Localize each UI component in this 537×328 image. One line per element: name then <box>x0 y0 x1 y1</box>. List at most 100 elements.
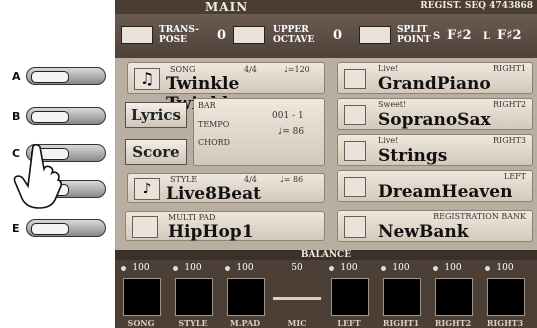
channel-name: RIGHT3 <box>486 318 524 328</box>
side-button-e[interactable] <box>26 219 106 237</box>
upper-octave-control[interactable]: UPPER OCTAVE 0 <box>233 22 353 50</box>
style-tempo: ♩= 86 <box>280 175 304 184</box>
fader[interactable] <box>123 278 161 316</box>
fader[interactable] <box>227 278 265 316</box>
multipad-label: MULTI PAD <box>168 213 216 222</box>
balance-mixer: 100 SONG 100 STYLE 100 M.PAD 50 MIC 100 … <box>115 260 537 328</box>
fader[interactable] <box>383 278 421 316</box>
split-keyboard-icon <box>359 26 391 44</box>
transpose-label-1: TRANS- <box>159 25 199 35</box>
multipad-panel[interactable]: MULTI PAD HipHop1 <box>125 211 325 242</box>
voice-name-left: DreamHeaven <box>378 182 513 202</box>
score-button[interactable]: Score <box>125 139 187 165</box>
side-button-b[interactable] <box>26 107 106 125</box>
side-button-a[interactable] <box>26 67 106 85</box>
fader[interactable] <box>487 278 525 316</box>
channel-left[interactable]: 100 LEFT <box>323 260 375 328</box>
transpose-value: 0 <box>217 28 227 43</box>
bar-label: BAR <box>198 101 216 110</box>
upper-octave-value: 0 <box>333 28 343 43</box>
split-l-label: L <box>483 31 491 42</box>
channel-name: SONG <box>127 318 155 328</box>
voice-panel-right1[interactable]: Live! RIGHT1 GrandPiano <box>337 62 533 94</box>
chord-label: CHORD <box>198 138 231 147</box>
voice-name-right2: SopranoSax <box>378 110 491 130</box>
voice-name-right1: GrandPiano <box>378 74 491 94</box>
song-meter: 4/4 <box>244 65 257 74</box>
voice-part-right3: RIGHT3 <box>493 136 526 145</box>
song-label: SONG <box>170 65 196 74</box>
style-name: Live8Beat <box>166 184 261 204</box>
voice-name-right3: Strings <box>378 146 448 166</box>
bar-value: 001 - 1 <box>272 111 304 121</box>
channel-value: 100 <box>392 263 410 273</box>
channel-name: RIGHT2 <box>434 318 472 328</box>
keyboard-note-icon <box>121 26 153 44</box>
channel-name: MIC <box>287 318 307 328</box>
upper-label-1: UPPER <box>273 25 309 35</box>
voice-sub-right3: Live! <box>378 136 399 145</box>
voice-part-right1: RIGHT1 <box>493 64 526 73</box>
page-title: MAIN <box>205 0 249 14</box>
registration-name: NewBank <box>378 222 469 242</box>
guitar-icon: ♪ <box>134 178 160 200</box>
voice-panel-right3[interactable]: Live! RIGHT3 Strings <box>337 134 533 166</box>
split-point-control[interactable]: SPLIT POINT S F♯2 L F♯2 <box>359 22 535 50</box>
channel-name: LEFT <box>337 318 361 328</box>
transpose-control[interactable]: TRANS- POSE 0 <box>121 22 231 50</box>
registration-panel[interactable]: REGISTRATION BANK NewBank <box>337 210 533 242</box>
song-panel[interactable]: ♫ SONG 4/4 ♩=120 Twinkle Twinkle~ <box>127 62 325 114</box>
split-l-value: F♯2 <box>497 28 522 43</box>
channel-value: 100 <box>340 263 358 273</box>
regist-seq: REGIST. SEQ 4743868 <box>420 1 533 11</box>
fader[interactable] <box>435 278 473 316</box>
split-label-1: SPLIT <box>397 25 428 35</box>
multipad-name: HipHop1 <box>168 222 254 242</box>
style-panel[interactable]: ♪ STYLE 4/4 ♩= 86 Live8Beat <box>127 173 325 204</box>
tempo-value: ♩= 86 <box>278 127 305 137</box>
split-s-label: S <box>433 31 441 42</box>
channel-value: 50 <box>291 263 303 273</box>
song-tempo: ♩=120 <box>284 65 310 74</box>
channel-mic[interactable]: 50 MIC <box>271 260 323 328</box>
channel-song[interactable]: 100 SONG <box>115 260 167 328</box>
lyrics-button[interactable]: Lyrics <box>125 102 187 128</box>
split-s-value: F♯2 <box>447 28 472 43</box>
main-screen: MAIN REGIST. SEQ 4743868 TRANS- POSE 0 U… <box>115 0 537 328</box>
fader[interactable] <box>175 278 213 316</box>
channel-value: 100 <box>132 263 150 273</box>
split-label-2: POINT <box>397 35 431 45</box>
channel-name: RIGHT1 <box>382 318 420 328</box>
channel-style[interactable]: 100 STYLE <box>167 260 219 328</box>
channel-right3[interactable]: 100 RIGHT3 <box>479 260 537 328</box>
style-label: STYLE <box>170 175 198 184</box>
sax-icon <box>344 105 366 125</box>
channel-right2[interactable]: 100 RIGHT2 <box>427 260 479 328</box>
channel-right1[interactable]: 100 RIGHT1 <box>375 260 427 328</box>
registration-label: REGISTRATION BANK <box>433 212 526 221</box>
style-meter: 4/4 <box>244 175 257 184</box>
pointing-hand-icon <box>13 143 62 209</box>
channel-value: 100 <box>444 263 462 273</box>
upper-label-2: OCTAVE <box>273 35 315 45</box>
music-note-icon: ♫ <box>134 68 160 90</box>
song-info-panel: BAR 001 - 1 TEMPO ♩= 86 CHORD <box>193 98 325 166</box>
synth-pad-icon <box>344 177 366 197</box>
voice-panel-right2[interactable]: Sweet! RIGHT2 SopranoSax <box>337 98 533 130</box>
fader[interactable] <box>331 278 369 316</box>
voice-sub-right2: Sweet! <box>378 100 407 109</box>
side-label-e: E <box>12 222 20 235</box>
channel-mpad[interactable]: 100 M.PAD <box>219 260 271 328</box>
balance-header: BALANCE <box>115 250 537 260</box>
channel-value: 100 <box>184 263 202 273</box>
channel-name: M.PAD <box>229 318 261 328</box>
registration-icon <box>344 216 366 238</box>
side-label-b: B <box>12 110 21 123</box>
fader-level[interactable] <box>273 297 321 300</box>
channel-value: 100 <box>236 263 254 273</box>
voice-sub-right1: Live! <box>378 64 399 73</box>
voice-part-left: LEFT <box>503 172 526 181</box>
side-label-a: A <box>12 70 21 83</box>
strings-icon <box>344 141 366 161</box>
voice-panel-left[interactable]: LEFT DreamHeaven <box>337 170 533 202</box>
